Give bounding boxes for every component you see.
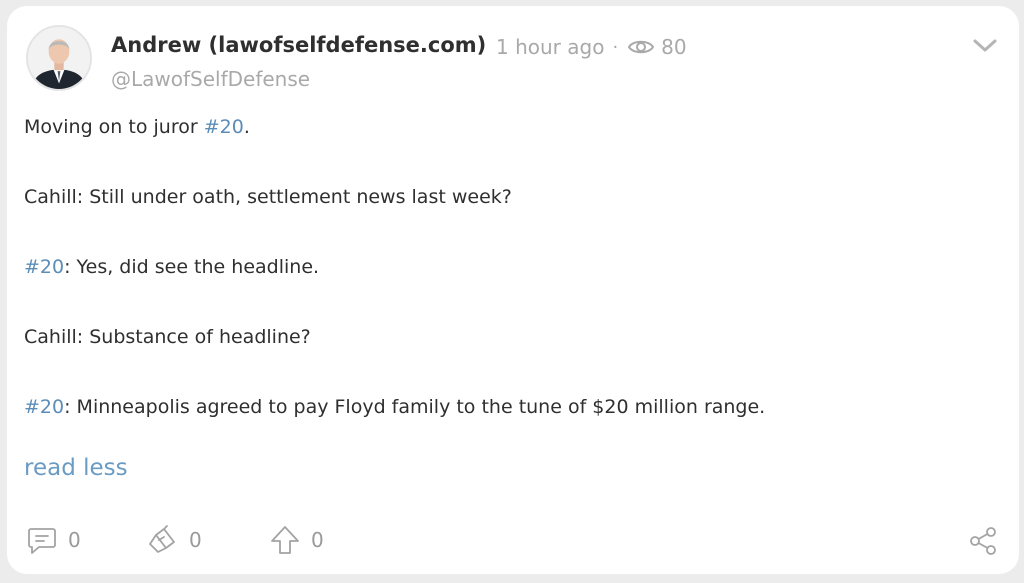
paragraph-text: : Minneapolis agreed to pay Floyd family…	[64, 396, 766, 418]
upvote-arrow-icon	[271, 526, 299, 554]
comment-count: 0	[68, 528, 81, 552]
avatar-image	[28, 27, 90, 89]
post-paragraph: #20: Minneapolis agreed to pay Floyd fam…	[24, 392, 984, 462]
eye-icon	[628, 40, 655, 54]
post-paragraph: Moving on to juror #20.	[24, 112, 984, 182]
upvote-count: 0	[311, 528, 324, 552]
author-handle[interactable]: @LawofSelfDefense	[111, 67, 310, 91]
post-paragraph: Cahill: Still under oath, settlement new…	[24, 182, 984, 252]
chevron-down-icon[interactable]	[971, 36, 999, 54]
tip-count: 0	[189, 528, 202, 552]
view-count: 80	[661, 35, 687, 59]
post-card: Andrew (lawofselfdefense.com) 1 hour ago…	[7, 6, 1019, 574]
avatar[interactable]	[26, 25, 92, 91]
meta-separator: ·	[612, 36, 619, 58]
upvote-button[interactable]: 0	[269, 524, 324, 556]
author-name[interactable]: Andrew (lawofselfdefense.com)	[111, 33, 486, 57]
share-icon[interactable]	[967, 525, 999, 557]
time-ago[interactable]: 1 hour ago	[496, 35, 604, 59]
tip-button[interactable]: 0	[147, 524, 202, 556]
hashtag-link[interactable]: #20	[24, 396, 64, 418]
paragraph-text: Moving on to juror	[24, 116, 204, 138]
paragraph-text: Cahill: Still under oath, settlement new…	[24, 186, 512, 208]
post-meta: 1 hour ago · 80	[496, 35, 687, 59]
post-paragraph: Cahill: Substance of headline?	[24, 322, 984, 392]
post-paragraph: #20: Yes, did see the headline.	[24, 252, 984, 322]
hashtag-link[interactable]: #20	[24, 256, 64, 278]
read-less-link[interactable]: read less	[24, 455, 128, 481]
paragraph-text: : Yes, did see the headline.	[64, 256, 320, 278]
tip-icon	[149, 525, 175, 553]
paragraph-text: .	[243, 116, 250, 138]
comment-button[interactable]: 0	[26, 524, 81, 556]
hashtag-link[interactable]: #20	[204, 116, 244, 138]
post-body: Moving on to juror #20. Cahill: Still un…	[24, 112, 984, 462]
comment-icon	[28, 528, 56, 554]
paragraph-text: Cahill: Substance of headline?	[24, 326, 311, 348]
